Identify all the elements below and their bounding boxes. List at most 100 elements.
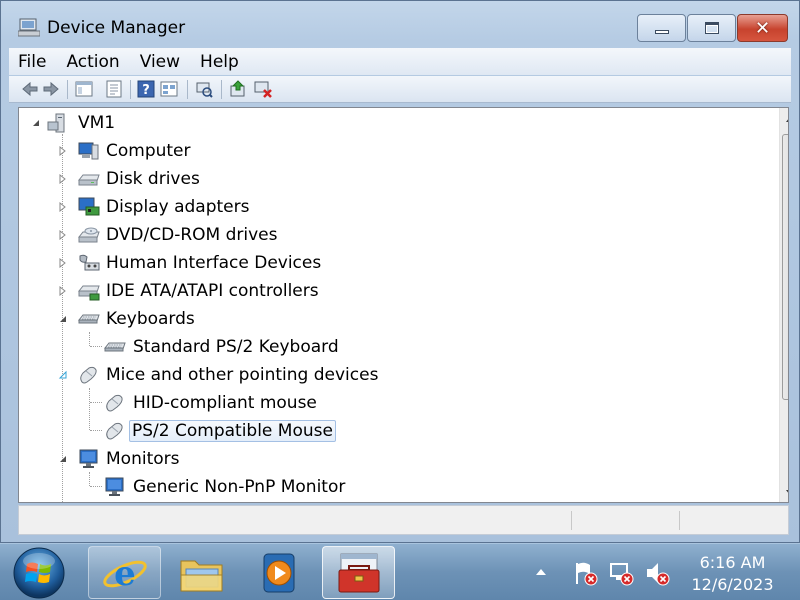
tree-category-label: Computer xyxy=(106,141,191,161)
tree-category-mice-and-other-pointing-devices[interactable]: Mice and other pointing devices xyxy=(19,362,419,388)
expanded-arrow-icon[interactable] xyxy=(31,118,41,128)
tree-device-label: Standard PS/2 Keyboard xyxy=(133,337,339,357)
show-hidden-icons-chevron-icon[interactable] xyxy=(531,564,551,580)
tree-category-keyboards[interactable]: Keyboards xyxy=(19,306,419,332)
thumb-grip xyxy=(788,261,789,262)
arrow-down-icon xyxy=(786,489,788,493)
status-bar xyxy=(18,505,789,535)
arrow-up-icon xyxy=(786,118,788,122)
properties-icon[interactable] xyxy=(105,80,123,98)
tree-category-dvd-cd-rom-drives[interactable]: DVD/CD-ROM drives xyxy=(19,222,419,248)
scan-hardware-icon[interactable] xyxy=(195,80,213,98)
tree-device-generic-non-pnp-monitor[interactable]: Generic Non-PnP Monitor xyxy=(19,474,419,500)
tree-category-ide-ata-atapi-controllers[interactable]: IDE ATA/ATAPI controllers xyxy=(19,278,419,304)
device-tree[interactable]: VM1 Computer Disk drives Display adapter… xyxy=(18,107,789,503)
collapsed-arrow-icon[interactable] xyxy=(58,286,68,296)
tree-device-label: PS/2 Compatible Mouse xyxy=(129,420,336,442)
disk-drive-icon xyxy=(78,174,100,186)
menu-help[interactable]: Help xyxy=(191,52,247,72)
device-manager-window: Device Manager ✕ File Action View Help ? xyxy=(0,0,800,543)
toolbar-separator xyxy=(187,80,188,99)
mouse-icon xyxy=(106,422,123,440)
tree-device-label: Generic Non-PnP Monitor xyxy=(133,477,346,497)
back-arrow-icon[interactable] xyxy=(21,80,39,98)
taskbar-internet-explorer[interactable]: e xyxy=(88,546,161,599)
show-hide-console-tree-icon[interactable] xyxy=(75,80,93,98)
collapsed-arrow-icon[interactable] xyxy=(58,258,68,268)
tree-device-label: HID-compliant mouse xyxy=(133,393,317,413)
dvd-drive-icon xyxy=(78,227,100,243)
scroll-up-button[interactable] xyxy=(782,110,788,127)
view-icon[interactable] xyxy=(160,80,178,98)
tree-device-standard-ps2-keyboard[interactable]: Standard PS/2 Keyboard xyxy=(19,334,419,360)
tree-category-label: Mice and other pointing devices xyxy=(106,365,379,385)
svg-text:e: e xyxy=(114,554,136,594)
media-player-icon xyxy=(263,553,295,593)
scroll-thumb[interactable] xyxy=(782,134,789,400)
tree-category-label: Monitors xyxy=(106,449,180,469)
tree-category-disk-drives[interactable]: Disk drives xyxy=(19,166,419,192)
tree-category-human-interface-devices[interactable]: Human Interface Devices xyxy=(19,250,419,276)
minimize-icon xyxy=(654,30,669,34)
collapsed-arrow-icon[interactable] xyxy=(58,174,68,184)
menu-bar: File Action View Help xyxy=(9,48,791,75)
menu-view[interactable]: View xyxy=(131,52,188,72)
window-title: Device Manager xyxy=(47,18,186,38)
tree-category-label: Keyboards xyxy=(106,309,195,329)
thumb-grip xyxy=(788,264,789,265)
internet-explorer-icon: e xyxy=(103,554,147,594)
human-interface-device-icon xyxy=(79,254,100,271)
uninstall-icon[interactable] xyxy=(254,80,272,98)
device-manager-app-icon xyxy=(18,18,40,37)
toolbar-separator xyxy=(67,80,68,99)
tree-category-monitors[interactable]: Monitors xyxy=(19,446,419,472)
update-driver-icon[interactable] xyxy=(229,80,247,98)
expanded-arrow-icon[interactable] xyxy=(58,370,68,380)
keyboard-icon xyxy=(104,342,126,352)
close-icon: ✕ xyxy=(754,17,771,39)
tree-category-label: DVD/CD-ROM drives xyxy=(106,225,278,245)
device-manager-toolbox-icon xyxy=(338,553,380,593)
toolbar-separator xyxy=(221,80,222,99)
vertical-scrollbar[interactable] xyxy=(779,108,789,502)
tree-category-display-adapters[interactable]: Display adapters xyxy=(19,194,419,220)
tree-category-label: Human Interface Devices xyxy=(106,253,322,273)
menu-file[interactable]: File xyxy=(9,52,54,72)
taskbar-windows-media-player[interactable] xyxy=(244,546,317,599)
keyboard-icon xyxy=(78,314,100,324)
clock-time: 6:16 AM xyxy=(699,553,766,572)
collapsed-arrow-icon[interactable] xyxy=(58,202,68,212)
display-adapter-icon xyxy=(78,197,100,216)
tree-category-computer[interactable]: Computer xyxy=(19,138,419,164)
tree-root-node[interactable]: VM1 xyxy=(19,110,319,136)
expanded-arrow-icon[interactable] xyxy=(58,314,68,324)
close-button[interactable]: ✕ xyxy=(737,14,788,42)
tree-device-hid-compliant-mouse[interactable]: HID-compliant mouse xyxy=(19,390,419,416)
title-bar[interactable]: Device Manager ✕ xyxy=(1,1,800,47)
volume-muted-icon[interactable] xyxy=(644,560,670,586)
menu-action[interactable]: Action xyxy=(57,52,127,72)
collapsed-arrow-icon[interactable] xyxy=(58,146,68,156)
mouse-icon xyxy=(80,366,97,384)
scroll-down-button[interactable] xyxy=(782,484,788,501)
action-center-flag-icon[interactable] xyxy=(572,560,598,586)
tree-category-label: IDE ATA/ATAPI controllers xyxy=(106,281,319,301)
minimize-button[interactable] xyxy=(637,14,686,42)
help-icon[interactable]: ? xyxy=(137,80,155,98)
forward-arrow-icon[interactable] xyxy=(42,80,60,98)
toolbar-separator xyxy=(130,80,131,99)
maximize-button[interactable] xyxy=(687,14,736,42)
computer-icon xyxy=(78,142,99,160)
tree-category-label: Display adapters xyxy=(106,197,250,217)
network-disconnected-icon[interactable] xyxy=(608,560,634,586)
collapsed-arrow-icon[interactable] xyxy=(58,230,68,240)
system-clock[interactable]: 6:16 AM 12/6/2023 xyxy=(680,552,785,596)
mouse-icon xyxy=(106,394,123,412)
taskbar-windows-explorer[interactable] xyxy=(166,546,239,599)
taskbar-device-manager[interactable] xyxy=(322,546,395,599)
tree-device-ps2-compatible-mouse[interactable]: PS/2 Compatible Mouse xyxy=(19,418,419,444)
expanded-arrow-icon[interactable] xyxy=(58,454,68,464)
folder-icon xyxy=(180,560,223,592)
start-button-icon[interactable] xyxy=(12,546,66,600)
maximize-icon xyxy=(704,22,719,34)
